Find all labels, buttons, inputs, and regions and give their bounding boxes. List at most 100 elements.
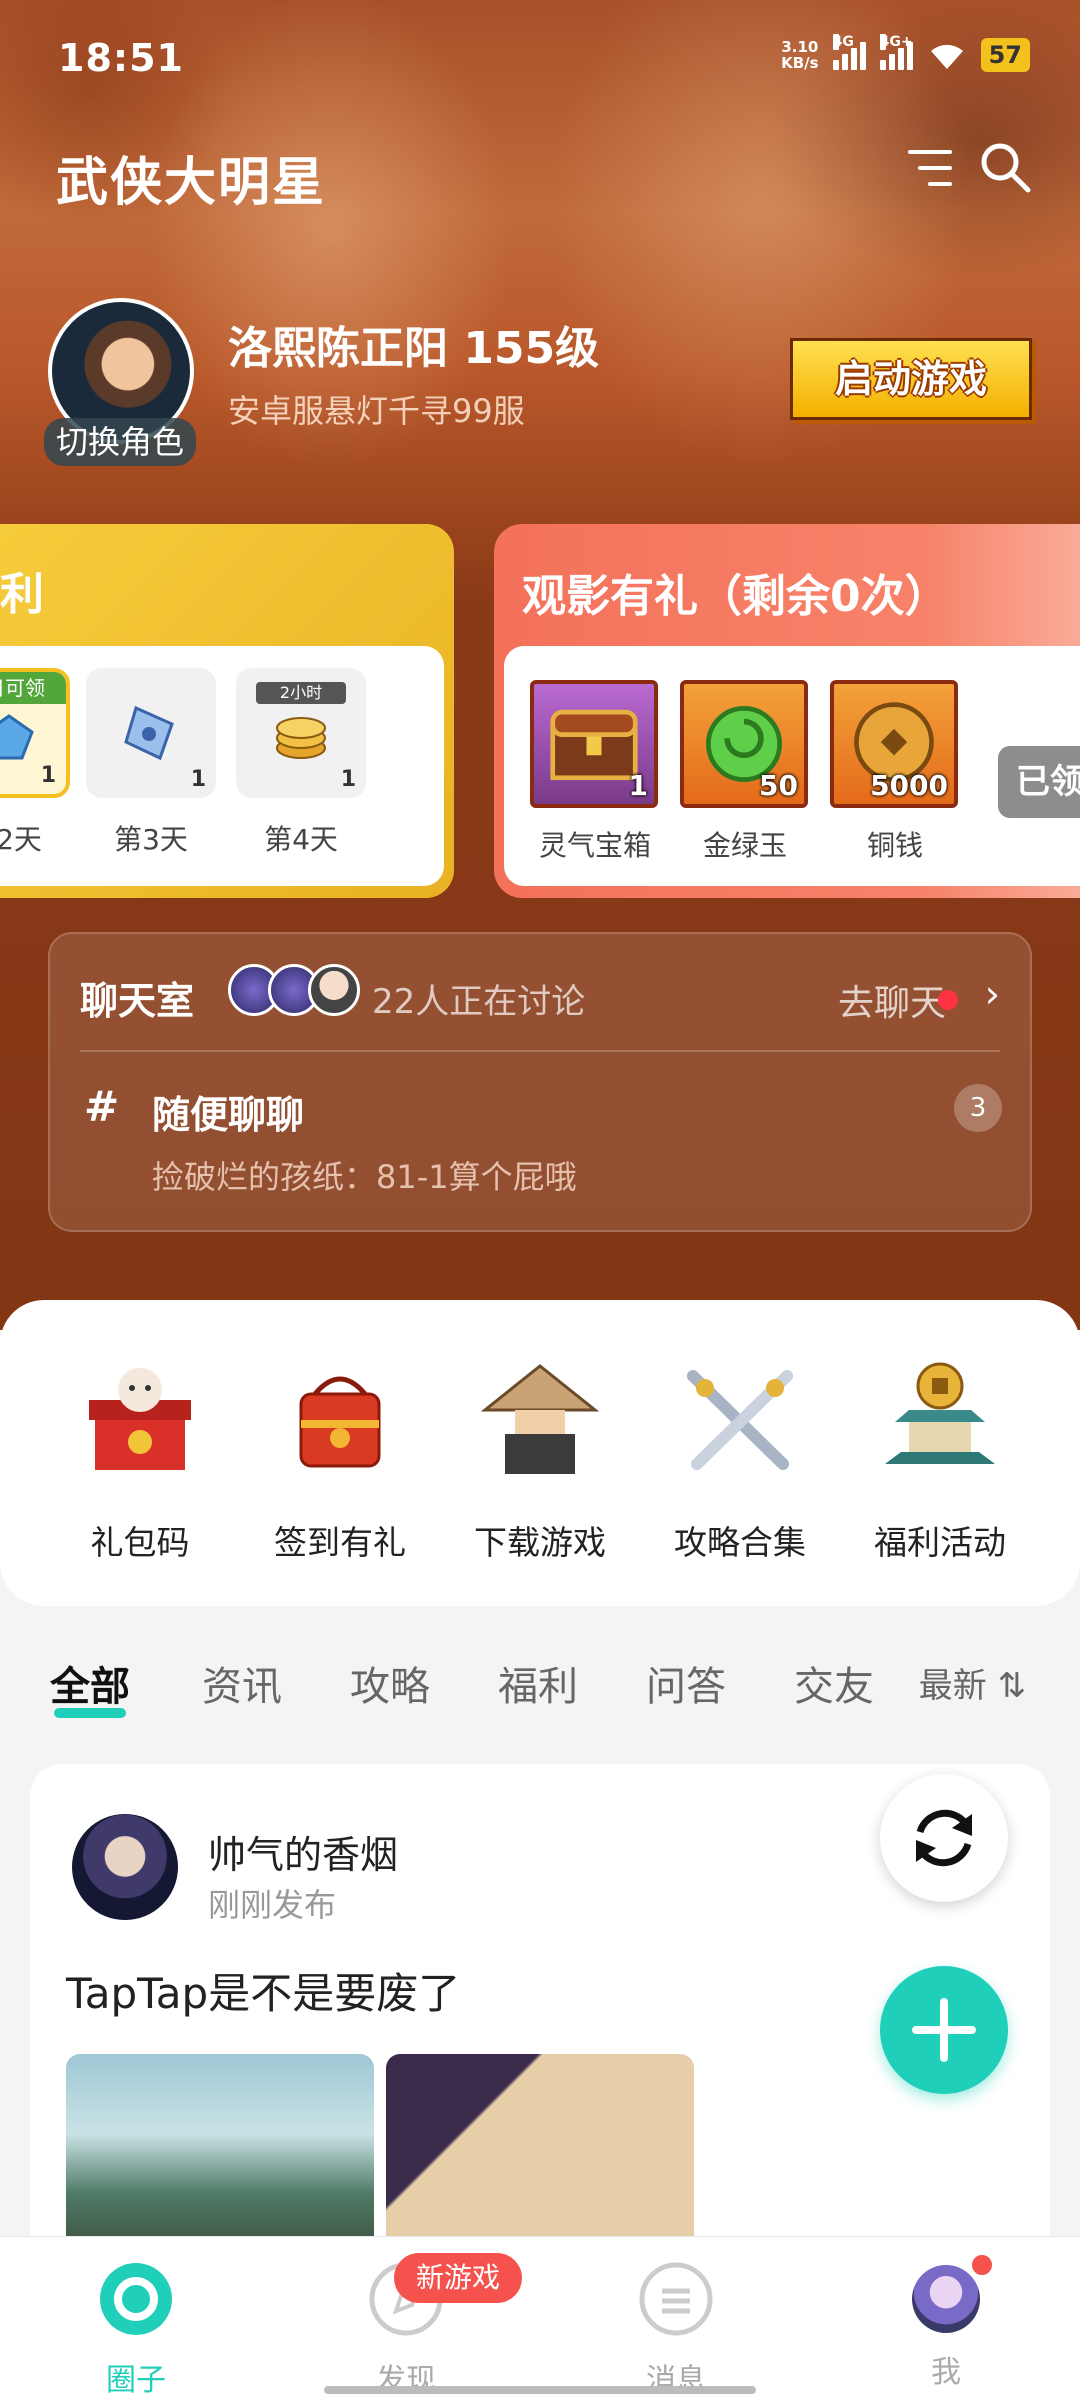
start-game-button[interactable]: 启动游戏	[790, 338, 1032, 420]
participant-avatars	[228, 964, 360, 1016]
chevron-right-icon[interactable]: ›	[985, 972, 1000, 1016]
day-label: 第3天	[114, 823, 188, 856]
signin-card-title: 利	[0, 569, 44, 620]
signal-icon: 4G	[832, 34, 866, 70]
nav-me[interactable]: 我	[866, 2261, 1026, 2391]
crossed-swords-icon	[687, 1370, 793, 1470]
quick-menu: 礼包码 签到有礼 下载游戏 攻略合集 福利活动	[0, 1300, 1080, 1606]
divider	[80, 1050, 1000, 1052]
avatar	[912, 2265, 980, 2333]
guides-button[interactable]: 攻略合集	[650, 1360, 830, 1564]
sort-icon: ⇅	[986, 1666, 1027, 1706]
claimed-badge: 已领	[998, 746, 1080, 818]
checkin-button[interactable]: 签到有礼	[250, 1360, 430, 1564]
video-reward-list: 1 灵气宝箱 50 金绿玉 5000 铜钱 已领	[504, 646, 1080, 886]
claim-tomorrow-badge: 明日可领	[0, 672, 66, 704]
welfare-activity-button[interactable]: 福利活动	[850, 1360, 1030, 1564]
quick-menu-label: 攻略合集	[674, 1523, 806, 1562]
token-icon	[124, 705, 174, 761]
search-icon[interactable]	[978, 140, 1032, 194]
gift-code-button[interactable]: 礼包码	[50, 1360, 230, 1564]
signin-day[interactable]: 明日可领 1 第2天	[0, 668, 70, 858]
network-speed-value: 3.10	[781, 38, 819, 56]
coins-icon	[276, 717, 326, 759]
jade-icon: 50	[680, 680, 808, 808]
unread-dot	[938, 990, 958, 1010]
reward-slot: 明日可领 1	[0, 668, 70, 798]
reward-count: 1	[40, 763, 56, 788]
post-title[interactable]: TapTap是不是要废了	[66, 1960, 460, 2021]
sort-label: 最新	[918, 1666, 987, 1706]
reward-item[interactable]: 5000 铜钱	[830, 680, 960, 864]
quick-menu-label: 福利活动	[874, 1523, 1006, 1562]
refresh-icon	[916, 1809, 972, 1867]
nav-messages[interactable]: 消息	[596, 2261, 756, 2399]
network-speed-unit: KB/s	[781, 54, 819, 72]
switch-role-button[interactable]: 切换角色	[44, 418, 196, 466]
bottom-nav: 圈子 发现 消息 我 新游戏	[0, 2236, 1080, 2400]
signin-day[interactable]: 1 第3天	[86, 668, 216, 858]
gift-box-icon	[89, 1368, 191, 1470]
app-header: 武侠大明星	[56, 140, 1032, 213]
nav-circle[interactable]: 圈子	[56, 2261, 216, 2399]
post-image[interactable]	[66, 2054, 374, 2254]
channel-hash-icon: #	[84, 1082, 120, 1131]
status-bar: 18:51 3.10 KB/s 4G 4G+ 57	[58, 34, 1030, 86]
video-card-title: 观影有礼（剩余0次）	[522, 571, 949, 622]
refresh-button[interactable]	[880, 1774, 1008, 1902]
signal-type-label: 4G	[832, 34, 854, 50]
chat-room-card[interactable]: 聊天室 22人正在讨论 去聊天 › # 随便聊聊 3 捡破烂的孩纸：81-1算个…	[48, 932, 1032, 1232]
menu-icon[interactable]	[902, 146, 952, 190]
network-speed: 3.10 KB/s	[781, 39, 818, 71]
reward-count: 1	[340, 767, 356, 792]
download-game-button[interactable]: 下载游戏	[450, 1360, 630, 1564]
signal-icon: 4G+	[879, 34, 913, 70]
tab-guides[interactable]: 攻略	[350, 1654, 430, 1712]
day-label: 第4天	[264, 823, 338, 856]
tab-qa[interactable]: 问答	[646, 1654, 726, 1712]
reward-item[interactable]: 50 金绿玉	[680, 680, 810, 864]
server-name: 安卓服悬灯千寻99服	[228, 392, 525, 430]
quick-menu-label: 签到有礼	[274, 1523, 406, 1562]
treasure-chest-icon: 1	[530, 680, 658, 808]
video-rewards-card[interactable]: 观影有礼（剩余0次） 1 灵气宝箱 50 金绿玉 5000 铜钱 已领	[494, 524, 1080, 898]
tab-news[interactable]: 资讯	[202, 1654, 282, 1712]
signin-rewards-card[interactable]: 利 明日可领 1 第2天 1 第3天 2小时	[0, 524, 454, 898]
reward-count: 1	[628, 769, 648, 802]
reward-label: 金绿玉	[702, 829, 787, 862]
quick-menu-label: 下载游戏	[474, 1523, 606, 1562]
status-time: 18:51	[58, 36, 184, 80]
channel-name[interactable]: 随便聊聊	[152, 1084, 304, 1139]
category-tabs: 全部 资讯 攻略 福利 问答 交友 最新 ⇅	[0, 1640, 1080, 1730]
quick-menu-label: 礼包码	[90, 1523, 190, 1562]
home-indicator[interactable]	[324, 2386, 756, 2394]
player-profile: 切换角色 洛熙陈正阳 155级 安卓服悬灯千寻99服 启动游戏	[44, 298, 1032, 468]
reward-count: 50	[759, 769, 798, 802]
warrior-hat-icon	[480, 1364, 600, 1474]
nav-label: 我	[931, 2355, 961, 2390]
gem-icon	[0, 714, 34, 760]
signal-type-label: 4G+	[879, 34, 913, 50]
nav-label: 圈子	[106, 2363, 166, 2398]
avatar[interactable]	[72, 1814, 178, 1920]
post-author[interactable]: 帅气的香烟	[208, 1824, 398, 1879]
battery-icon: 57	[980, 38, 1030, 72]
post-time: 刚刚发布	[208, 1886, 337, 1924]
wifi-icon	[930, 44, 963, 69]
post-image[interactable]	[386, 2054, 694, 2254]
sort-button[interactable]: 最新 ⇅	[919, 1658, 1026, 1707]
participant-count: 22人正在讨论	[372, 982, 586, 1022]
message-icon	[639, 2262, 713, 2336]
plus-icon	[912, 1998, 976, 2062]
signin-day[interactable]: 2小时 1 第4天	[236, 668, 366, 858]
tab-all[interactable]: 全部	[50, 1654, 130, 1718]
tab-welfare[interactable]: 福利	[498, 1654, 578, 1712]
reward-slot: 1	[86, 668, 216, 798]
unread-count-badge: 3	[954, 1084, 1002, 1132]
reward-count: 1	[190, 767, 206, 792]
create-post-button[interactable]	[880, 1966, 1008, 2094]
reward-label: 铜钱	[866, 829, 923, 862]
tab-friends[interactable]: 交友	[794, 1654, 874, 1712]
go-chat-link[interactable]: 去聊天	[838, 974, 946, 1026]
reward-item[interactable]: 1 灵气宝箱	[530, 680, 660, 864]
